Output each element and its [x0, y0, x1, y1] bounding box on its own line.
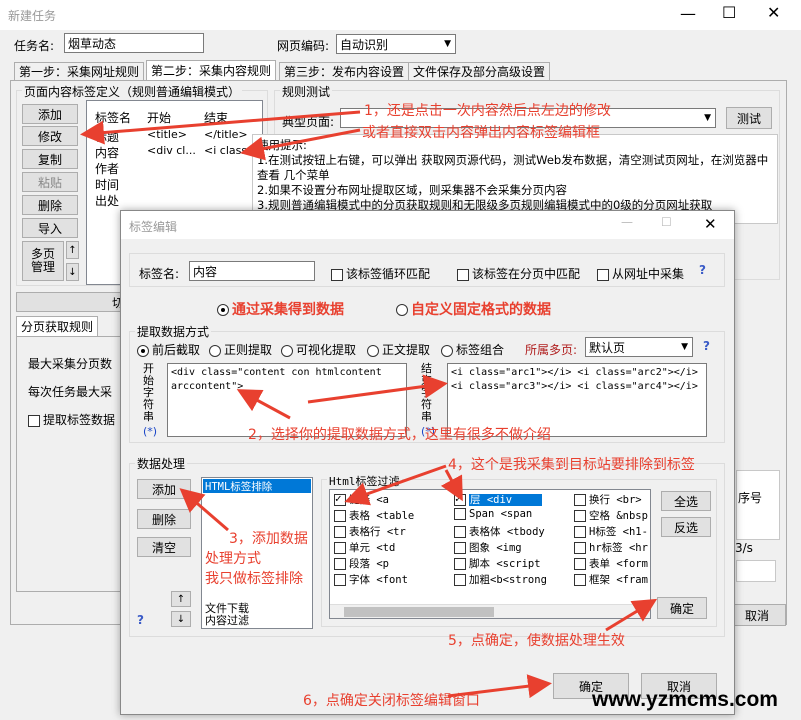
- arrow-4b: [440, 469, 463, 502]
- arrow-2b: [307, 374, 448, 404]
- arrow-6: [447, 674, 552, 699]
- arrow-4a: [344, 464, 447, 506]
- arrow-1a: [80, 110, 361, 145]
- watermark: www.yzmcms.com: [592, 688, 778, 711]
- arrow-5: [605, 598, 658, 632]
- arrow-3: [179, 488, 229, 532]
- arrow-2a: [236, 389, 291, 420]
- arrow-1b: [240, 128, 361, 161]
- annotation-arrows: [80, 110, 658, 699]
